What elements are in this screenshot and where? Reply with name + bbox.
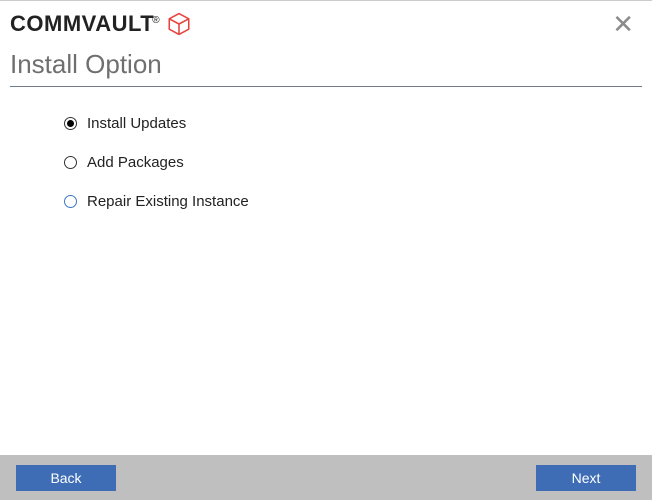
registered-mark: ®	[152, 15, 160, 26]
dialog-header: COMMVAULT® ✕	[0, 1, 652, 43]
radio-icon	[64, 117, 77, 130]
option-install-updates[interactable]: Install Updates	[64, 115, 652, 132]
option-label: Add Packages	[87, 154, 184, 171]
option-label: Install Updates	[87, 115, 186, 132]
back-button[interactable]: Back	[16, 465, 116, 491]
next-button[interactable]: Next	[536, 465, 636, 491]
radio-icon	[64, 195, 77, 208]
option-label: Repair Existing Instance	[87, 193, 249, 210]
option-add-packages[interactable]: Add Packages	[64, 154, 652, 171]
dialog-footer: Back Next	[0, 455, 652, 500]
brand: COMMVAULT®	[10, 11, 192, 37]
page-title: Install Option	[0, 43, 652, 86]
brand-text: COMMVAULT®	[10, 11, 160, 37]
option-repair-existing-instance[interactable]: Repair Existing Instance	[64, 193, 652, 210]
cube-icon	[166, 11, 192, 37]
install-options: Install Updates Add Packages Repair Exis…	[0, 87, 652, 210]
brand-name: COMMVAULT	[10, 11, 154, 36]
close-icon[interactable]: ✕	[606, 9, 640, 39]
radio-icon	[64, 156, 77, 169]
